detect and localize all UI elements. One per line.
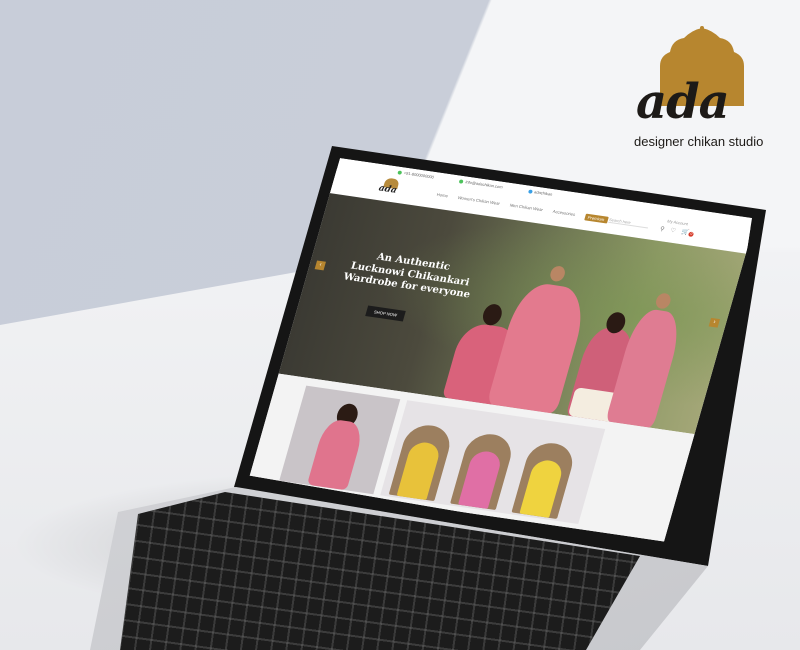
tile-model-dress — [306, 418, 366, 491]
shop-now-button[interactable]: SHOP NOW — [365, 305, 406, 322]
whatsapp-icon — [397, 169, 403, 175]
arch-frame — [511, 440, 578, 519]
search-icon[interactable]: ⚲ — [659, 225, 665, 232]
heart-icon[interactable]: ♡ — [669, 227, 676, 234]
nav-item-accessories[interactable]: Accessories — [552, 209, 576, 219]
site-logo-text: ada — [377, 183, 398, 196]
site-logo[interactable]: ada — [377, 177, 404, 199]
cart-count-badge: 0 — [688, 231, 695, 238]
yellow-outfit — [519, 458, 565, 518]
cart-icon[interactable]: 🛒0 — [681, 229, 695, 238]
model-head — [654, 292, 673, 310]
nav-item-premium[interactable]: Premium — [583, 213, 609, 224]
hero-prev-arrow[interactable]: ‹ — [314, 260, 326, 271]
model-head — [548, 265, 567, 283]
nav-item-home[interactable]: Home — [436, 192, 448, 200]
brand-wordmark: ada — [636, 74, 730, 130]
arch-frame — [388, 422, 455, 502]
pink-outfit — [457, 449, 504, 509]
social-icon — [527, 188, 533, 194]
website: +91-8000000000 info@adachikan.com adachi… — [248, 158, 752, 542]
account-link[interactable]: My Account — [667, 219, 689, 227]
nav-item-women[interactable]: Women's Chikan Wear — [457, 195, 500, 208]
search-input[interactable]: Search here — [608, 217, 650, 229]
social-contact[interactable]: adachikan — [527, 188, 553, 197]
brand-logo: ada designer chikan studio — [632, 26, 772, 156]
product-tile-1[interactable] — [279, 385, 401, 495]
mail-icon — [459, 178, 465, 184]
nav-icons: ⚲ ♡ 🛒0 — [659, 225, 695, 238]
yellow-outfit — [396, 440, 442, 500]
nav-item-men[interactable]: Men Chikan Wear — [509, 203, 543, 214]
model-hair — [480, 302, 505, 327]
hero-headline: An Authentic Lucknowi Chikankari Wardrob… — [336, 247, 485, 303]
brand-tagline: designer chikan studio — [634, 134, 764, 149]
arch-frame — [450, 431, 517, 511]
hero-next-arrow[interactable]: › — [708, 317, 720, 328]
